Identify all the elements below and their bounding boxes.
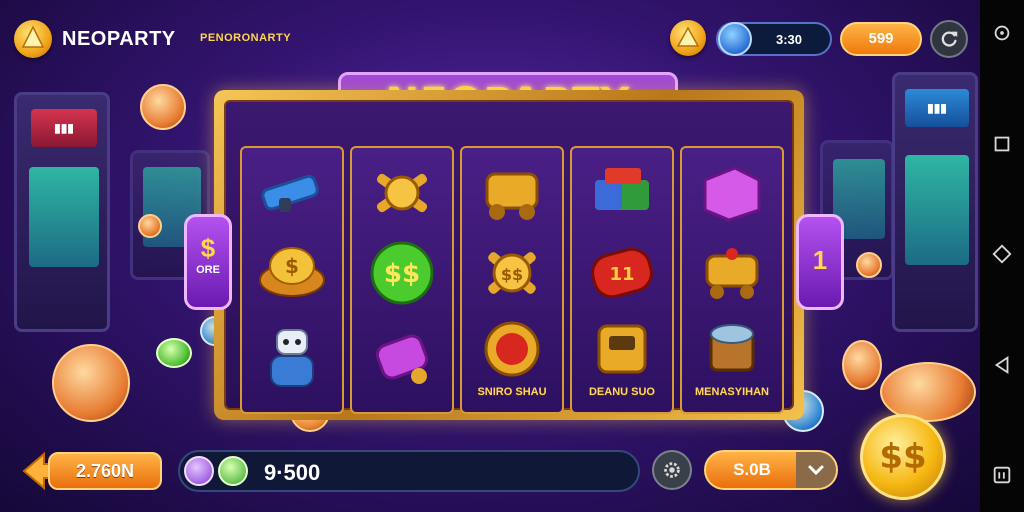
stake-dropdown-button[interactable] bbox=[796, 452, 836, 488]
arcade-marquee: ▮▮▮ bbox=[905, 89, 969, 127]
home-icon bbox=[676, 26, 700, 47]
floating-coin bbox=[140, 84, 186, 130]
chevron-down-icon bbox=[808, 465, 824, 476]
svg-text:$$: $$ bbox=[384, 259, 420, 289]
reel-label: SNIRO SHAU bbox=[477, 386, 547, 398]
refresh-icon bbox=[941, 31, 958, 47]
back-triangle-icon bbox=[994, 355, 1009, 374]
wallet-value: 9·500 bbox=[264, 460, 321, 485]
keyboard-icon bbox=[993, 466, 1011, 484]
left-tab-label: ORE bbox=[196, 264, 220, 276]
spin-button[interactable]: $$ bbox=[860, 414, 946, 500]
red-gem-amulet-symbol bbox=[475, 316, 549, 382]
floating-coin bbox=[138, 214, 162, 238]
reel-label: MENASYIHAN bbox=[695, 386, 769, 398]
floating-coin bbox=[156, 338, 192, 368]
assistant-icon bbox=[994, 25, 1010, 41]
square-icon bbox=[994, 136, 1010, 151]
badge-icon bbox=[718, 22, 752, 56]
left-tab-symbol: $ bbox=[200, 233, 216, 263]
settings-button[interactable] bbox=[652, 450, 692, 490]
reel-3: $$ SNIRO SHAU bbox=[460, 146, 564, 414]
keyboard-button[interactable] bbox=[989, 462, 1015, 488]
burger-coin-symbol: $ bbox=[255, 240, 329, 306]
right-tab-symbol: 1 bbox=[812, 245, 828, 275]
slot-reels-area: $ $$ $$ SNIRO SHAU 11 DEANU SUO MENASYIH… bbox=[224, 100, 794, 414]
floating-coin bbox=[880, 362, 976, 422]
home-nav-button[interactable] bbox=[989, 241, 1015, 267]
pink-crate-symbol bbox=[695, 160, 769, 226]
gear-cross-symbol bbox=[365, 160, 439, 226]
reel-5: MENASYIHAN bbox=[680, 146, 784, 414]
golden-machine-symbol bbox=[585, 316, 659, 382]
wallet-bar: 9·500 bbox=[178, 450, 640, 492]
svg-text:$: $ bbox=[285, 254, 299, 278]
svg-text:$$: $$ bbox=[501, 265, 523, 284]
gear-icon bbox=[664, 462, 680, 478]
floating-coin bbox=[842, 340, 882, 390]
assistant-button[interactable] bbox=[989, 20, 1015, 46]
right-side-tab[interactable]: 1 bbox=[796, 214, 844, 310]
reel-4: 11 DEANU SUO bbox=[570, 146, 674, 414]
reel-2: $$ bbox=[350, 146, 454, 414]
refresh-button[interactable] bbox=[930, 20, 968, 58]
gold-cart-symbol bbox=[695, 240, 769, 306]
coin-balance-button[interactable]: 599 bbox=[840, 22, 922, 56]
robot-symbol bbox=[255, 326, 329, 392]
stake-selector[interactable]: S.0B bbox=[704, 450, 838, 490]
floating-coin bbox=[856, 252, 882, 278]
recents-button[interactable] bbox=[989, 131, 1015, 157]
arcade-marquee: ▮▮▮ bbox=[31, 109, 97, 147]
level-indicator: 3:30 bbox=[716, 22, 832, 56]
back-nav-button[interactable] bbox=[989, 352, 1015, 378]
purple-cannon-symbol bbox=[365, 326, 439, 392]
reel-1: $ bbox=[240, 146, 344, 414]
red-chip-symbol: 11 bbox=[585, 240, 659, 306]
brand-subtitle: PENORONARTY bbox=[200, 32, 292, 44]
home-button[interactable] bbox=[670, 20, 706, 56]
arcade-screen bbox=[905, 155, 969, 265]
level-value: 3:30 bbox=[776, 32, 803, 47]
game-scene: ▮▮▮ ▮▮▮ NEOPARTY $ bbox=[0, 0, 980, 512]
arcade-machine-left: ▮▮▮ bbox=[14, 92, 110, 332]
brand-name: NEOPARTY bbox=[62, 28, 176, 50]
green-dollar-coin-symbol: $$ bbox=[365, 240, 439, 306]
stake-value: S.0B bbox=[733, 460, 771, 479]
floating-coin bbox=[52, 344, 130, 422]
top-bar: NEOPARTY PENORONARTY 3:30 599 bbox=[0, 0, 980, 64]
bet-display: 2.760N bbox=[22, 450, 162, 492]
left-side-tab[interactable]: $ ORE bbox=[184, 214, 232, 310]
blaster-symbol bbox=[255, 160, 329, 226]
arcade-screen bbox=[29, 167, 99, 267]
diamond-icon bbox=[992, 244, 1012, 264]
slot-machine-frame: $ $$ $$ SNIRO SHAU 11 DEANU SUO MENASYIH… bbox=[214, 90, 804, 420]
reel-label: DEANU SUO bbox=[588, 386, 655, 398]
gem-icon[interactable] bbox=[184, 456, 214, 486]
logo-icon bbox=[14, 20, 52, 58]
rainbow-box-symbol bbox=[585, 160, 659, 226]
gold-gear-coin-symbol: $$ bbox=[475, 240, 549, 306]
drum-symbol bbox=[695, 316, 769, 382]
bet-value: 2.760N bbox=[48, 452, 162, 490]
system-nav-bar bbox=[980, 0, 1024, 512]
arcade-machine-right: ▮▮▮ bbox=[892, 72, 978, 332]
svg-text:11: 11 bbox=[609, 264, 634, 285]
golden-cart-symbol bbox=[475, 160, 549, 226]
cash-icon[interactable] bbox=[218, 456, 248, 486]
